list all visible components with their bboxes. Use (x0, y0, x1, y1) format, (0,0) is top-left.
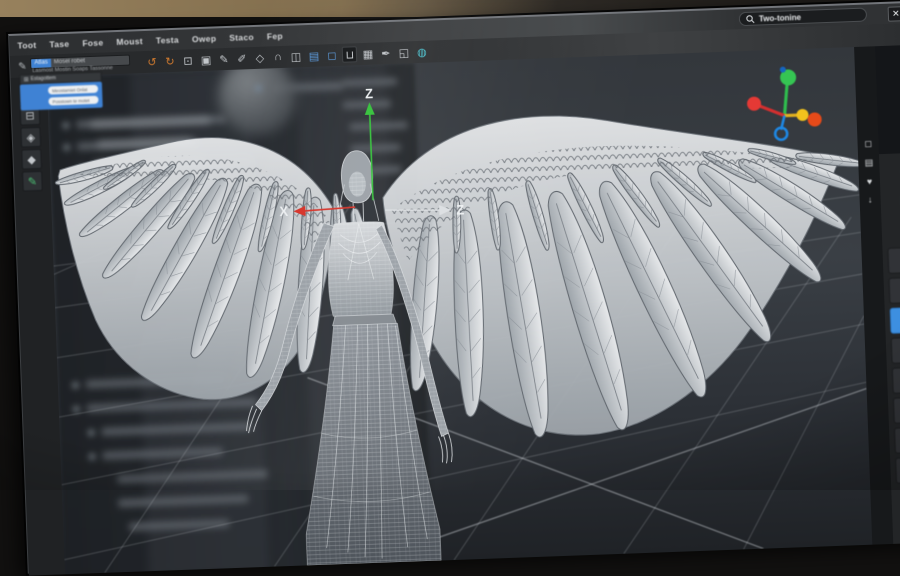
download-icon[interactable]: ↓ (868, 194, 873, 204)
heart-icon[interactable]: ♥ (867, 176, 873, 186)
magnet-icon[interactable]: ∩ (270, 49, 286, 66)
menu-store[interactable]: Staco (229, 32, 254, 43)
mode-field-selected: Atlas (31, 58, 51, 68)
axis-label-x: X (279, 204, 288, 220)
mode-field-rest: Mosel robet (51, 58, 89, 65)
orientation-gizmo[interactable] (743, 62, 831, 175)
mountain-icon[interactable]: ▲ (887, 246, 900, 274)
options-panel: ⊞ Estagottem Meostamiet Onlat Posstown t… (19, 72, 102, 111)
folder-icon[interactable]: ▤ (306, 48, 322, 65)
option-item[interactable]: Meostamiet Onlat (48, 85, 98, 95)
search-input[interactable]: Two-tonine (739, 8, 867, 27)
redo-icon[interactable]: ↻ (162, 53, 178, 70)
marquee-icon[interactable]: ◻ (324, 47, 340, 64)
pencil-tool-icon[interactable]: ✎ (18, 61, 27, 72)
search-value: Two-tonine (759, 12, 801, 23)
beads-icon[interactable]: ∴ (893, 396, 900, 424)
hand-icon[interactable]: ☝ (891, 336, 900, 364)
menu-help[interactable]: Fep (267, 31, 283, 42)
menu-group[interactable]: Owep (192, 33, 217, 44)
gizmo-x-axis-ball[interactable] (747, 96, 762, 111)
panel-icon: ⊞ (24, 76, 29, 83)
knife-icon[interactable]: ✐ (234, 50, 250, 67)
gizmo-z-axis-ball[interactable] (796, 109, 808, 121)
dice-icon[interactable]: ⚄ (885, 188, 900, 213)
app-window: Toot Tase Fose Moust Testa Owep Staco Fe… (8, 0, 900, 573)
pen-icon[interactable]: ✎ (216, 51, 232, 68)
menu-file[interactable]: Toot (17, 40, 36, 51)
close-button[interactable]: ✕ (888, 6, 900, 22)
search-icon (746, 14, 755, 23)
layers-small-icon[interactable]: ▤ (864, 157, 873, 168)
sphere-icon[interactable]: ◍ (414, 44, 430, 61)
main-area: ▦ ⊟ ◈ ◆ ✎ ⊞ Estagottem Meostamiet Onlat … (11, 44, 900, 575)
sliders-icon[interactable]: ☰ (889, 276, 900, 304)
frame-small-icon[interactable]: ◻ (864, 138, 872, 149)
option-item[interactable]: Posstown te motet (48, 96, 98, 106)
image-icon[interactable]: ▦ (360, 46, 376, 63)
undo-icon[interactable]: ↺ (144, 53, 160, 70)
sphere-tool-icon[interactable]: ◔ (894, 426, 900, 454)
gizmo-neg-axis-ball[interactable] (807, 112, 822, 127)
cubes-icon[interactable]: ◱ (396, 44, 412, 61)
tag-icon[interactable]: ◇ (252, 50, 268, 67)
panel-title: Estagottem (31, 75, 56, 82)
diamond-icon[interactable]: ◈ (20, 127, 41, 148)
axis-label-z-right: Z (456, 202, 464, 218)
axis-label-z-up: Z (365, 86, 373, 102)
paintbrush-icon[interactable]: ✒ (890, 306, 900, 334)
menu-view[interactable]: Fose (82, 38, 103, 49)
menu-edit[interactable]: Tase (49, 39, 69, 50)
green-pen-icon[interactable]: ✎ (22, 171, 43, 192)
menu-mode[interactable]: Moust (116, 36, 143, 47)
duplicate-icon[interactable]: ◫ (288, 48, 304, 65)
brush-icon[interactable]: ✒ (378, 45, 394, 62)
cursor-icon[interactable]: ↖ (884, 161, 900, 186)
lock-icon[interactable]: ⊡ (180, 52, 196, 69)
polygon-icon[interactable]: ◆ (21, 149, 42, 170)
link-icon[interactable]: ∞ (892, 366, 900, 394)
menu-tools[interactable]: Testa (156, 35, 179, 46)
trash-icon[interactable]: ⊔ (342, 46, 358, 63)
frame-icon[interactable]: ▣ (198, 51, 214, 68)
viewport-3d[interactable]: Z X Z (47, 47, 873, 574)
options-selection: Meostamiet Onlat Posstown te motet (20, 82, 103, 111)
more-icon[interactable]: ••• (895, 456, 900, 484)
